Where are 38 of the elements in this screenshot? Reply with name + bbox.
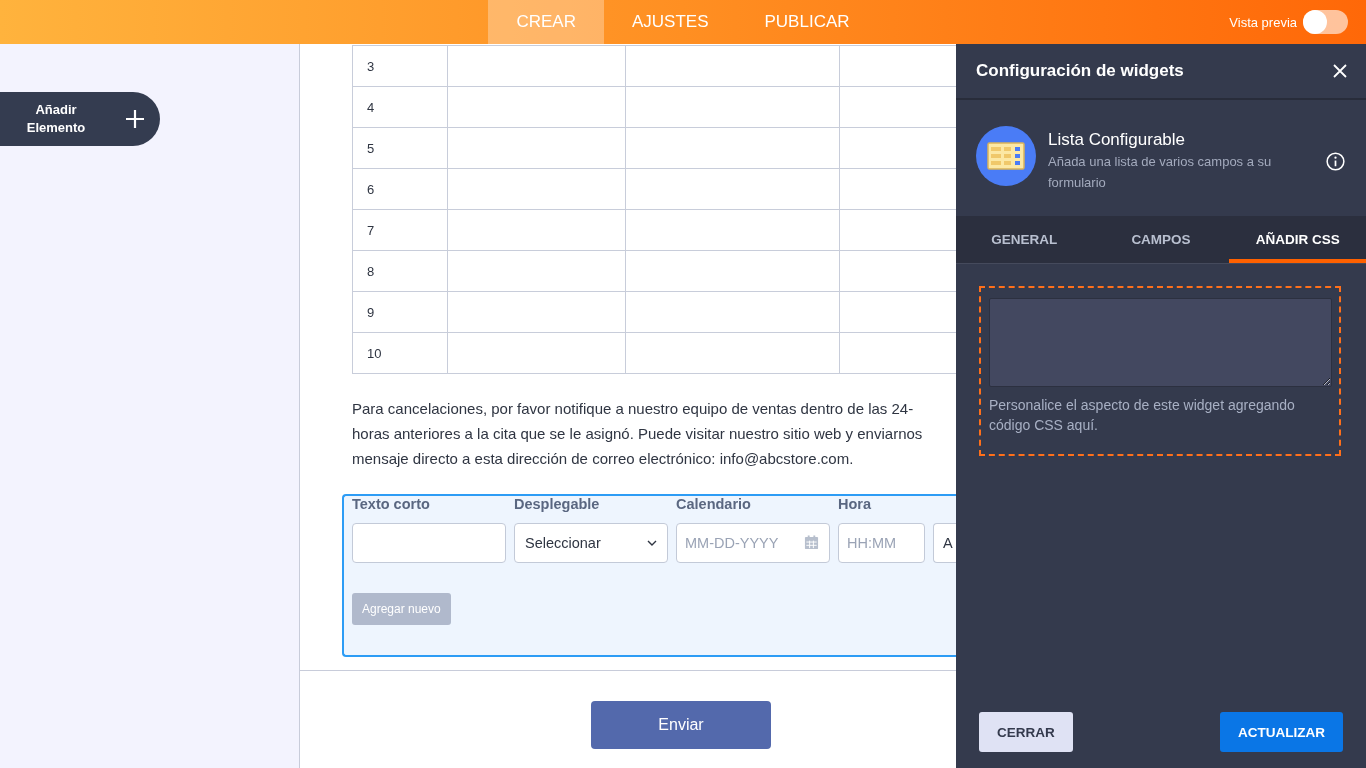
- table-cell: 3: [352, 45, 448, 87]
- calendar-icon: [804, 535, 819, 550]
- field-label: Desplegable: [514, 496, 601, 512]
- field-label: Calendario: [676, 496, 752, 512]
- field-label: Texto corto: [352, 496, 431, 512]
- dropdown[interactable]: A: [933, 523, 956, 563]
- date-input[interactable]: MM-DD-YYYY: [676, 523, 830, 563]
- help-text: Personalice el aspecto de este widget agregando código CSS aquí.: [989, 396, 1296, 435]
- text-input[interactable]: [352, 523, 506, 563]
- close-icon[interactable]: [1333, 64, 1347, 78]
- table-list-icon: [976, 126, 1036, 186]
- table-cell: 6: [352, 168, 448, 210]
- panel-tab[interactable]: GENERAL: [956, 216, 1093, 263]
- submit-button[interactable]: Enviar: [591, 701, 771, 749]
- field-label: Hora: [838, 496, 873, 512]
- info-icon[interactable]: [1326, 152, 1345, 171]
- table-cell: 8: [352, 250, 448, 292]
- table-cell: 7: [352, 209, 448, 251]
- panel-title: Configuración de widgets: [976, 61, 1184, 81]
- preview-label: Vista previa: [1229, 14, 1297, 30]
- preview-toggle[interactable]: [1303, 10, 1348, 34]
- table-cell: 10: [352, 332, 448, 374]
- time-input[interactable]: HH:MM: [838, 523, 925, 563]
- panel-tab[interactable]: AÑADIR CSS: [1229, 216, 1366, 263]
- panel-tab[interactable]: CAMPOS: [1092, 216, 1230, 263]
- dropdown[interactable]: Seleccionar: [514, 523, 668, 563]
- chevron-down-icon: [647, 540, 657, 546]
- table-cell: 5: [352, 127, 448, 169]
- widget-name: Lista Configurable: [1048, 129, 1187, 151]
- css-input-field[interactable]: [989, 298, 1332, 387]
- plus-icon: [125, 109, 145, 129]
- table-cell: 4: [352, 86, 448, 128]
- widget-description: Añada una lista de varios campos a su formulario: [1048, 153, 1273, 192]
- update-button[interactable]: ACTUALIZAR: [1220, 712, 1343, 752]
- table-cell: 9: [352, 291, 448, 333]
- paragraph-text: Para cancelaciones, por favor notifique a nuestro equipo de ventas dentro de las 24- horas anteriores a la cita que se le asignó. Puede visitar nuestro sitio web y enviarnos mensaje directo a esta dirección de correo electrónico: info@abcstore.com.: [352, 399, 924, 469]
- close-button[interactable]: CERRAR: [979, 712, 1073, 752]
- add-element-button[interactable]: Añadir Elemento: [0, 92, 160, 146]
